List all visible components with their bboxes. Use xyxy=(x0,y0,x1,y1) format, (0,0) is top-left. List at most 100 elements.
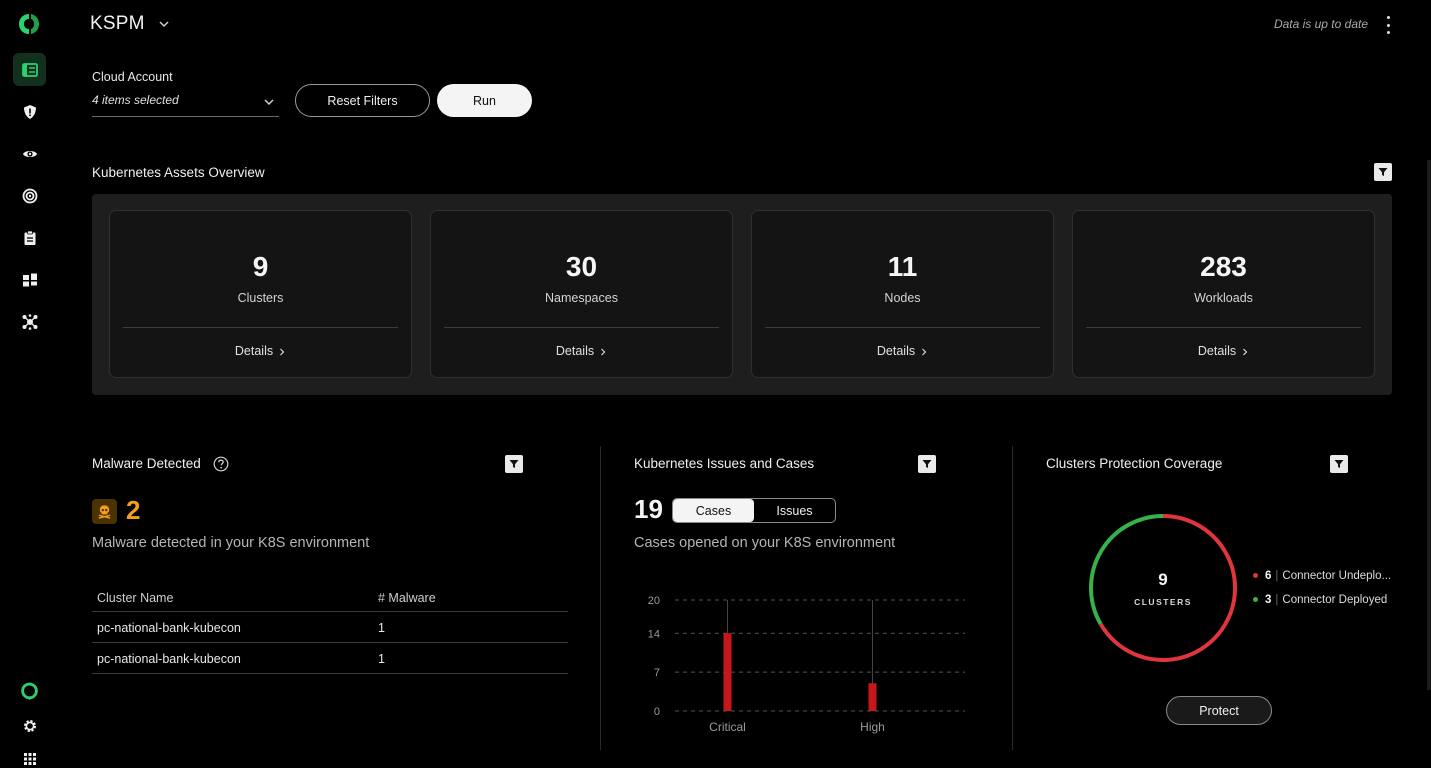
workloads-card: 283 Workloads Details xyxy=(1072,210,1375,378)
brand-logo-icon[interactable] xyxy=(17,12,41,36)
bar-critical xyxy=(723,633,732,711)
section-divider xyxy=(1012,446,1013,750)
chevron-right-icon xyxy=(280,348,285,356)
nodes-count: 11 xyxy=(887,251,918,282)
x-tick-label: Critical xyxy=(709,720,746,734)
cloud-account-select[interactable]: 4 items selected xyxy=(92,88,279,117)
chevron-right-icon xyxy=(601,348,606,356)
table-header: Cluster Name # Malware xyxy=(92,583,568,612)
chevron-right-icon xyxy=(922,348,927,356)
bar-high xyxy=(868,683,877,711)
clusters-details-link[interactable]: Details xyxy=(110,344,411,358)
workloads-label: Workloads xyxy=(1194,291,1253,305)
cases-bar-chart: 0 7 14 20 Critical High xyxy=(648,595,965,734)
sidebar xyxy=(0,0,58,768)
chevron-down-icon xyxy=(264,99,274,106)
overview-title: Kubernetes Assets Overview xyxy=(92,165,265,180)
malware-badge xyxy=(92,499,117,524)
malware-table: Cluster Name # Malware pc-national-bank-… xyxy=(92,583,568,674)
clusters-card: 9 Clusters Details xyxy=(109,210,412,378)
page-title[interactable]: KSPM xyxy=(90,13,145,35)
issues-description: Cases opened on your K8S environment xyxy=(634,535,896,551)
more-options-icon[interactable] xyxy=(1383,16,1393,34)
run-button[interactable]: Run xyxy=(437,84,532,117)
table-row[interactable]: pc-national-bank-kubecon 1 xyxy=(92,643,568,674)
data-status-text: Data is up to date xyxy=(1273,17,1368,31)
overview-panel: 9 Clusters Details 30 Namespaces Details… xyxy=(92,194,1392,395)
sidebar-item-apps[interactable] xyxy=(13,742,46,768)
gear-icon xyxy=(23,719,36,732)
sidebar-item-visibility[interactable] xyxy=(13,137,46,170)
malware-description: Malware detected in your K8S environment xyxy=(92,535,370,551)
tab-issues[interactable]: Issues xyxy=(754,499,835,522)
malware-title: Malware Detected xyxy=(92,456,201,471)
nodes-label: Nodes xyxy=(884,291,921,305)
y-tick-label: 0 xyxy=(654,706,660,718)
workloads-count: 283 xyxy=(1200,251,1247,282)
sidebar-item-threats[interactable] xyxy=(13,179,46,212)
protect-button[interactable]: Protect xyxy=(1166,696,1272,725)
sidebar-item-settings[interactable] xyxy=(13,709,46,742)
sidebar-item-assets[interactable] xyxy=(13,263,46,296)
help-icon[interactable] xyxy=(213,456,229,472)
coverage-title: Clusters Protection Coverage xyxy=(1046,456,1223,471)
issues-count: 19 xyxy=(634,494,663,524)
clusters-count: 9 xyxy=(252,251,269,282)
table-row[interactable]: pc-national-bank-kubecon 1 xyxy=(92,612,568,643)
target-icon xyxy=(22,188,37,203)
legend-dot xyxy=(1253,597,1258,603)
scrollbar[interactable] xyxy=(1427,160,1431,690)
column-header-malware[interactable]: # Malware xyxy=(378,591,436,605)
x-tick-label: High xyxy=(860,720,885,734)
tab-cases[interactable]: Cases xyxy=(673,499,754,522)
malware-filter-icon[interactable] xyxy=(505,455,523,473)
coverage-total: 9 xyxy=(1158,570,1168,589)
namespaces-card: 30 Namespaces Details xyxy=(430,210,733,378)
eye-icon xyxy=(22,150,37,157)
malware-count-cell: 1 xyxy=(378,652,385,666)
chevron-down-icon[interactable] xyxy=(158,18,170,30)
overview-filter-icon[interactable] xyxy=(1374,163,1392,181)
section-divider xyxy=(600,446,601,750)
issues-filter-icon[interactable] xyxy=(918,455,936,473)
cluster-name-cell: pc-national-bank-kubecon xyxy=(97,621,241,635)
coverage-total-label: CLUSTERS xyxy=(1134,597,1192,607)
reset-filters-button[interactable]: Reset Filters xyxy=(295,84,430,117)
legend-item-undeployed[interactable]: 6 | Connector Undeplo... xyxy=(1253,570,1398,582)
y-tick-label: 14 xyxy=(648,628,660,640)
network-icon xyxy=(22,313,37,330)
column-header-cluster[interactable]: Cluster Name xyxy=(97,591,173,605)
sidebar-item-reports[interactable] xyxy=(13,221,46,254)
sidebar-item-dashboard[interactable] xyxy=(13,53,46,86)
namespaces-details-link[interactable]: Details xyxy=(431,344,732,358)
sidebar-item-security[interactable] xyxy=(13,95,46,128)
cluster-name-cell: pc-national-bank-kubecon xyxy=(97,652,241,666)
shield-icon xyxy=(23,104,36,119)
issues-title: Kubernetes Issues and Cases xyxy=(634,456,815,471)
chevron-right-icon xyxy=(1243,348,1248,356)
namespaces-count: 30 xyxy=(565,251,598,282)
skull-icon xyxy=(98,505,111,519)
nodes-details-link[interactable]: Details xyxy=(752,344,1053,358)
assets-icon xyxy=(22,273,37,286)
malware-count-cell: 1 xyxy=(378,621,385,635)
workloads-details-link[interactable]: Details xyxy=(1073,344,1374,358)
cloud-account-value: 4 items selected xyxy=(92,93,179,107)
nodes-card: 11 Nodes Details xyxy=(751,210,1054,378)
clipboard-icon xyxy=(24,230,35,245)
cloud-account-label: Cloud Account xyxy=(92,70,173,84)
coverage-filter-icon[interactable] xyxy=(1330,455,1348,473)
legend-item-deployed[interactable]: 3 | Connector Deployed xyxy=(1253,594,1398,606)
apps-grid-icon xyxy=(23,752,36,765)
dashboard-icon xyxy=(21,62,38,77)
malware-count: 2 xyxy=(126,495,141,525)
y-tick-label: 20 xyxy=(648,595,660,607)
namespaces-label: Namespaces xyxy=(545,291,618,305)
legend-dot xyxy=(1253,573,1258,579)
cases-issues-toggle: Cases Issues xyxy=(672,498,836,523)
clusters-label: Clusters xyxy=(237,291,284,305)
assistant-icon xyxy=(21,682,38,701)
sidebar-item-network[interactable] xyxy=(13,305,46,338)
y-tick-label: 7 xyxy=(654,667,660,679)
sidebar-item-assistant[interactable] xyxy=(13,675,46,708)
